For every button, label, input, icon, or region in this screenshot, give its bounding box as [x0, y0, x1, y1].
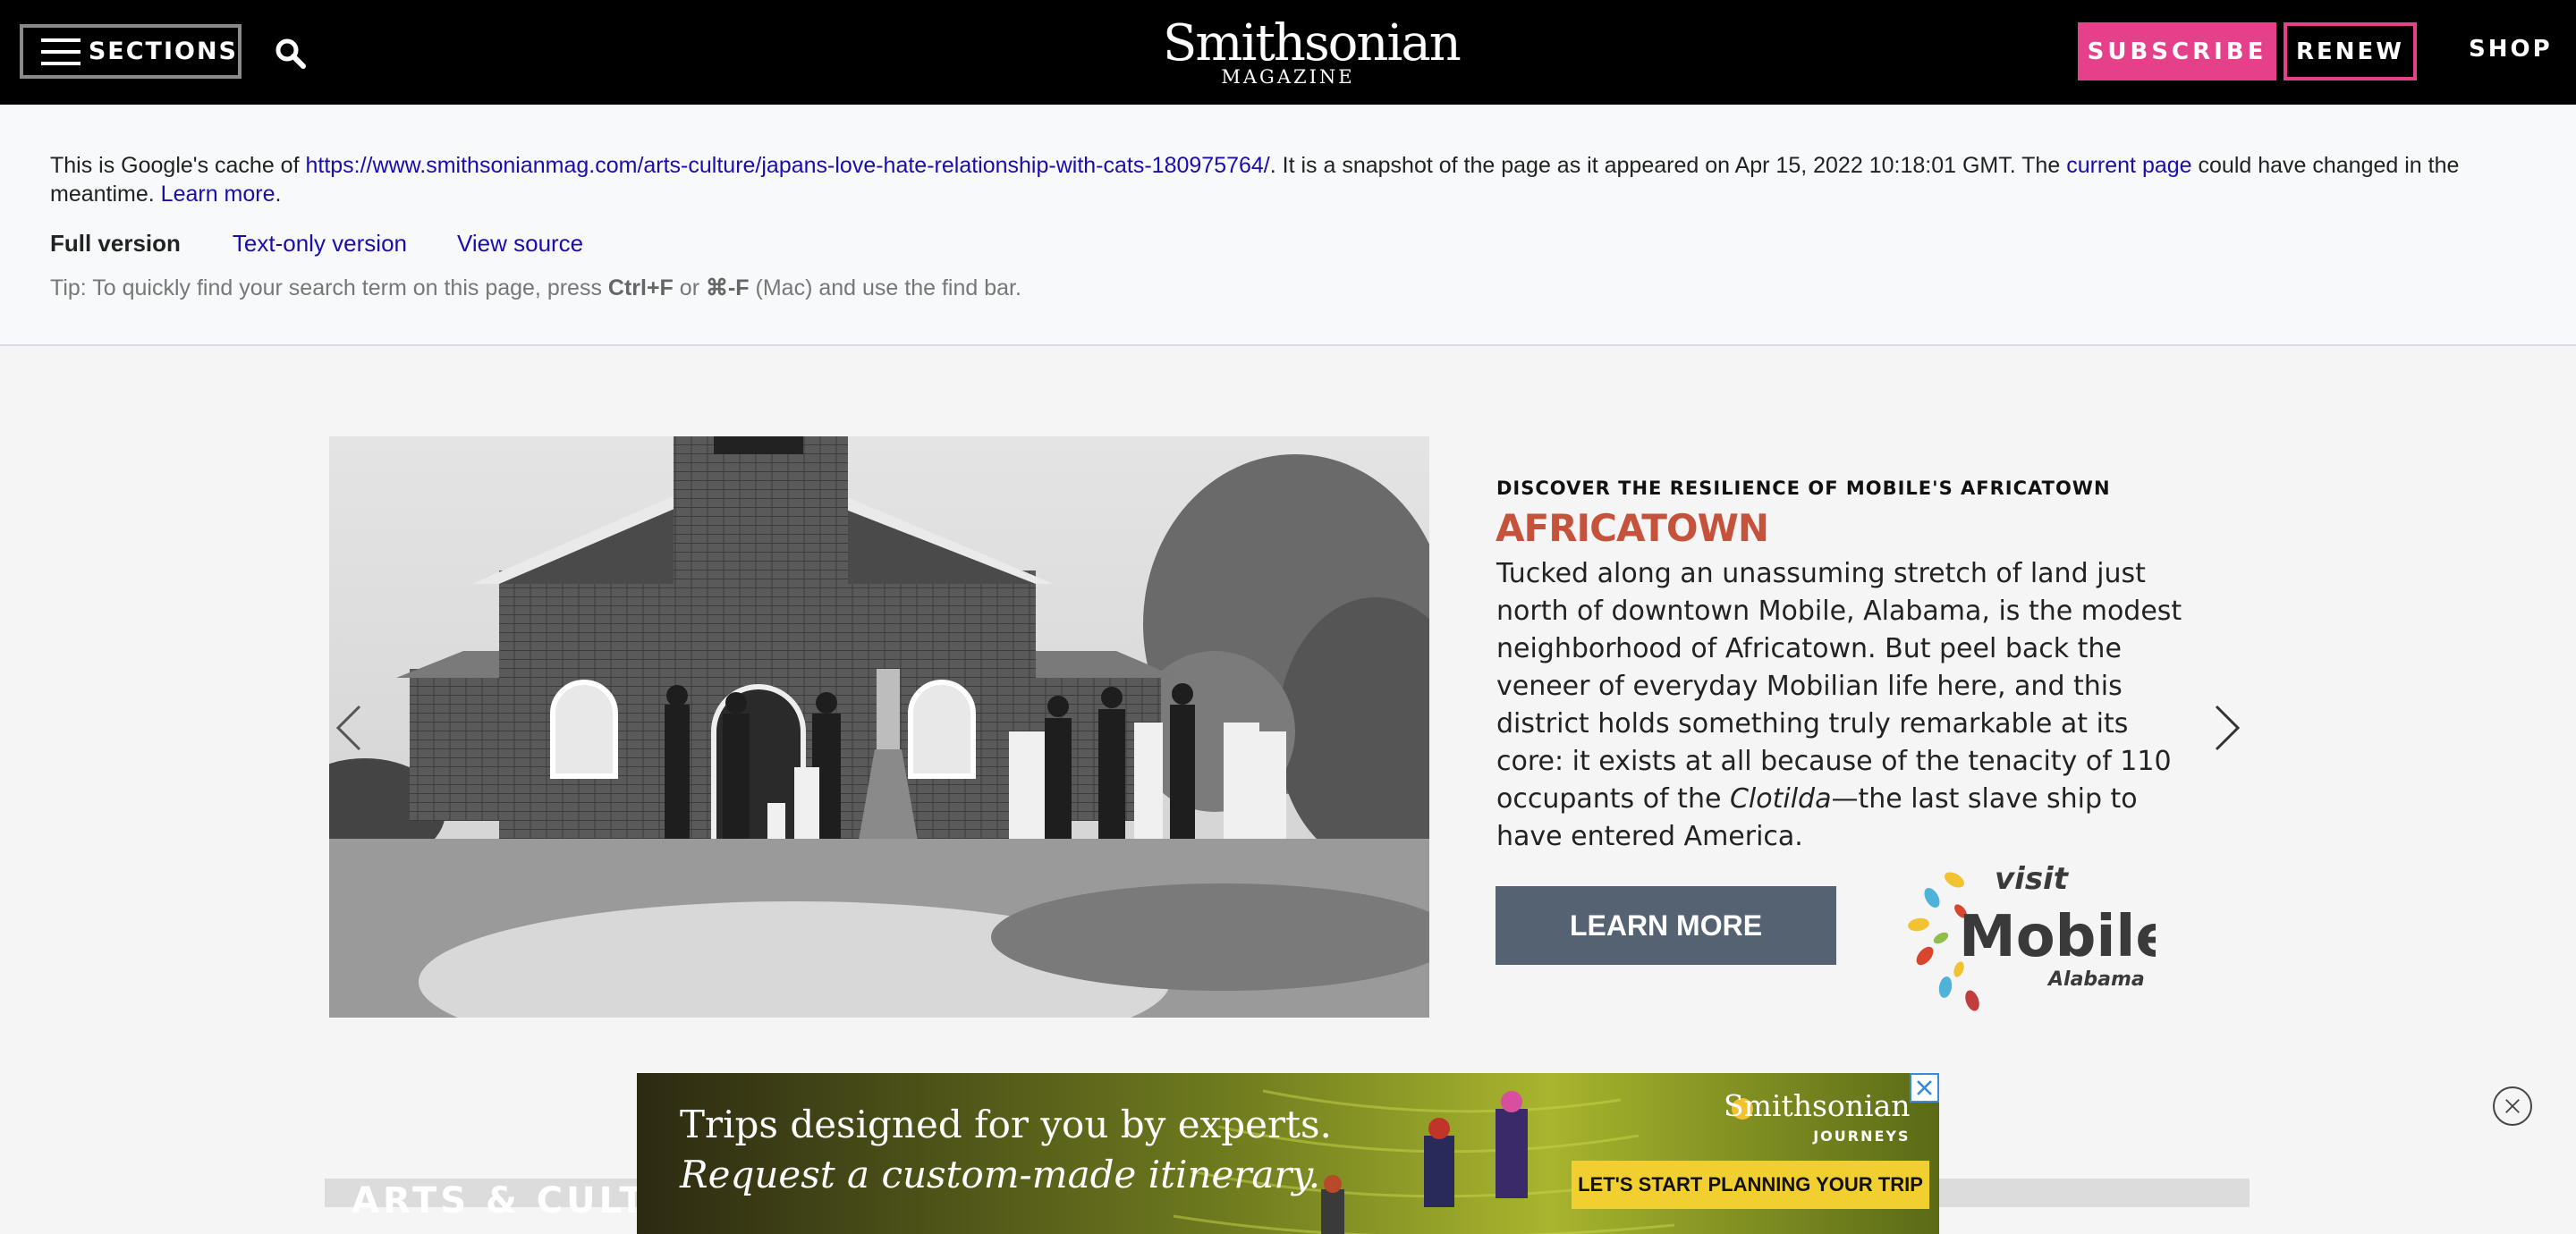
- ad-kicker: DISCOVER THE RESILIENCE OF MOBILE'S AFRI…: [1496, 478, 2111, 499]
- cache-prefix-text: This is Google's cache of: [50, 153, 306, 178]
- carousel-prev-arrow[interactable]: [331, 701, 367, 755]
- ad-close-icon[interactable]: [1910, 1073, 1939, 1103]
- ad-body-text: Tucked along an unassuming stretch of la…: [1496, 558, 2182, 815]
- tip-or: or: [673, 275, 706, 300]
- smithsonian-logo[interactable]: Smithsonian MAGAZINE: [1163, 14, 1462, 87]
- journeys-banner-ad[interactable]: Trips designed for you by experts. Reque…: [637, 1073, 1939, 1234]
- full-version-label: Full version: [50, 230, 181, 257]
- top-nav: SECTIONS Smithsonian MAGAZINE SUBSCRIBE …: [0, 0, 2576, 105]
- plan-trip-button[interactable]: LET'S START PLANNING YOUR TRIP: [1572, 1161, 1929, 1209]
- banner-headline: Trips designed for you by experts. Reque…: [680, 1100, 1332, 1200]
- banner-brand-name: Smithsonian: [1724, 1088, 1911, 1123]
- search-icon[interactable]: [275, 38, 307, 70]
- tip-prefix: Tip: To quickly find your search term on…: [50, 275, 608, 300]
- sections-label: SECTIONS: [88, 38, 238, 65]
- tip-shortcut-ctrl: Ctrl+F: [607, 275, 674, 300]
- learn-more-button[interactable]: LEARN MORE: [1496, 886, 1836, 965]
- renew-button[interactable]: RENEW: [2284, 22, 2417, 80]
- cache-notice: This is Google's cache of https://www.sm…: [50, 153, 2460, 207]
- logo-visit-text: visit: [1995, 861, 2070, 897]
- google-cache-banner: This is Google's cache of https://www.sm…: [0, 105, 2576, 346]
- tip-shortcut-cmd: ⌘-F: [705, 275, 750, 300]
- learn-more-link[interactable]: Learn more: [161, 182, 275, 207]
- sponsored-carousel: DISCOVER THE RESILIENCE OF MOBILE'S AFRI…: [0, 348, 2576, 1072]
- sections-menu-button[interactable]: SECTIONS: [20, 24, 242, 79]
- carousel-next-arrow[interactable]: [2209, 701, 2245, 755]
- logo-alabama-text: Alabama: [2046, 968, 2145, 991]
- smithsonian-journeys-logo: Smithsonian JOURNEYS: [1724, 1091, 1911, 1152]
- cached-url-link[interactable]: https://www.smithsonianmag.com/arts-cult…: [305, 153, 1269, 178]
- africatown-church-photo[interactable]: [329, 436, 1429, 1018]
- close-circle-icon[interactable]: [2493, 1086, 2532, 1126]
- subscribe-button[interactable]: SUBSCRIBE: [2078, 22, 2276, 80]
- logo-wordmark: Smithsonian: [1163, 14, 1462, 72]
- text-only-version-link[interactable]: Text-only version: [233, 230, 407, 258]
- tip-suffix: (Mac) and use the find bar.: [749, 275, 1021, 300]
- ad-body-ship-name: Clotilda: [1729, 783, 1832, 815]
- ad-title: AFRICATOWN: [1496, 506, 1769, 550]
- hamburger-icon: [41, 38, 80, 65]
- view-source-link[interactable]: View source: [457, 230, 583, 258]
- shop-link[interactable]: SHOP: [2469, 36, 2553, 63]
- visit-mobile-logo[interactable]: visit Mobile Alabama: [1905, 853, 2156, 1014]
- banner-line-1: Trips designed for you by experts.: [680, 1103, 1332, 1146]
- banner-brand-sub: JOURNEYS: [1813, 1128, 1911, 1145]
- banner-line-2-text: Request a custom-made itinerary.: [680, 1153, 1321, 1196]
- banner-line-2: Request a custom-made itinerary.: [680, 1150, 1332, 1200]
- logo-mobile-text: Mobile: [1959, 904, 2156, 970]
- cache-version-nav: Full version Text-only version View sour…: [50, 230, 633, 258]
- current-page-link[interactable]: current page: [2066, 153, 2191, 178]
- ad-body: Tucked along an unassuming stretch of la…: [1496, 555, 2185, 856]
- cache-snapshot-text: . It is a snapshot of the page as it app…: [1269, 153, 2067, 178]
- search-tip: Tip: To quickly find your search term on…: [50, 275, 1021, 301]
